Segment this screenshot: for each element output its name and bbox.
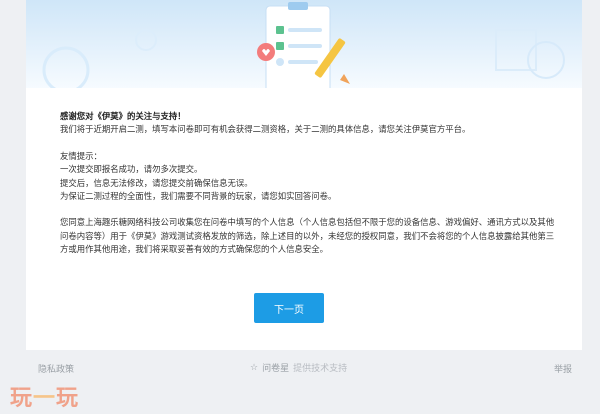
watermark-logo: 玩一玩: [10, 386, 80, 411]
consent-text: 您同意上海趣乐糖网络科技公司收集您在问卷中填写的个人信息（个人信息包括但不限于您…: [60, 217, 555, 255]
footer: 隐私政策 ☆ 问卷星 提供技术支持 举报: [0, 356, 600, 380]
report-link[interactable]: 举报: [554, 362, 572, 375]
powered-by: ☆ 问卷星 提供技术支持: [250, 361, 348, 375]
intro-text: 我们将于近期开启二测，填写本问卷即可有机会获得二测资格，关于二测的具体信息，请您…: [60, 124, 471, 135]
star-icon: ☆: [250, 362, 259, 373]
intro-title: 感谢您对《伊莫》的关注与支持！: [60, 111, 186, 121]
brand-link[interactable]: 问卷星: [262, 361, 289, 374]
header-banner: [26, 0, 582, 88]
support-text: 提供技术支持: [293, 364, 348, 374]
tip-item: 为保证二测过程的全面性，我们需要不同背景的玩家，请您如实回答问卷。: [60, 191, 337, 202]
survey-intro: 感谢您对《伊莫》的关注与支持！ 我们将于近期开启二测，填写本问卷即可有机会获得二…: [60, 110, 556, 257]
next-page-button[interactable]: 下一页: [254, 293, 324, 323]
tip-item: 提交后，信息无法修改，请您提交前确保信息无误。: [60, 177, 253, 188]
tip-item: 一次提交即报名成功，请勿多次提交。: [60, 164, 203, 175]
privacy-policy-link[interactable]: 隐私政策: [38, 362, 74, 375]
survey-card: 感谢您对《伊莫》的关注与支持！ 我们将于近期开启二测，填写本问卷即可有机会获得二…: [26, 0, 582, 350]
tips-heading: 友情提示：: [60, 150, 102, 161]
checklist-illustration-icon: [42, 2, 565, 88]
